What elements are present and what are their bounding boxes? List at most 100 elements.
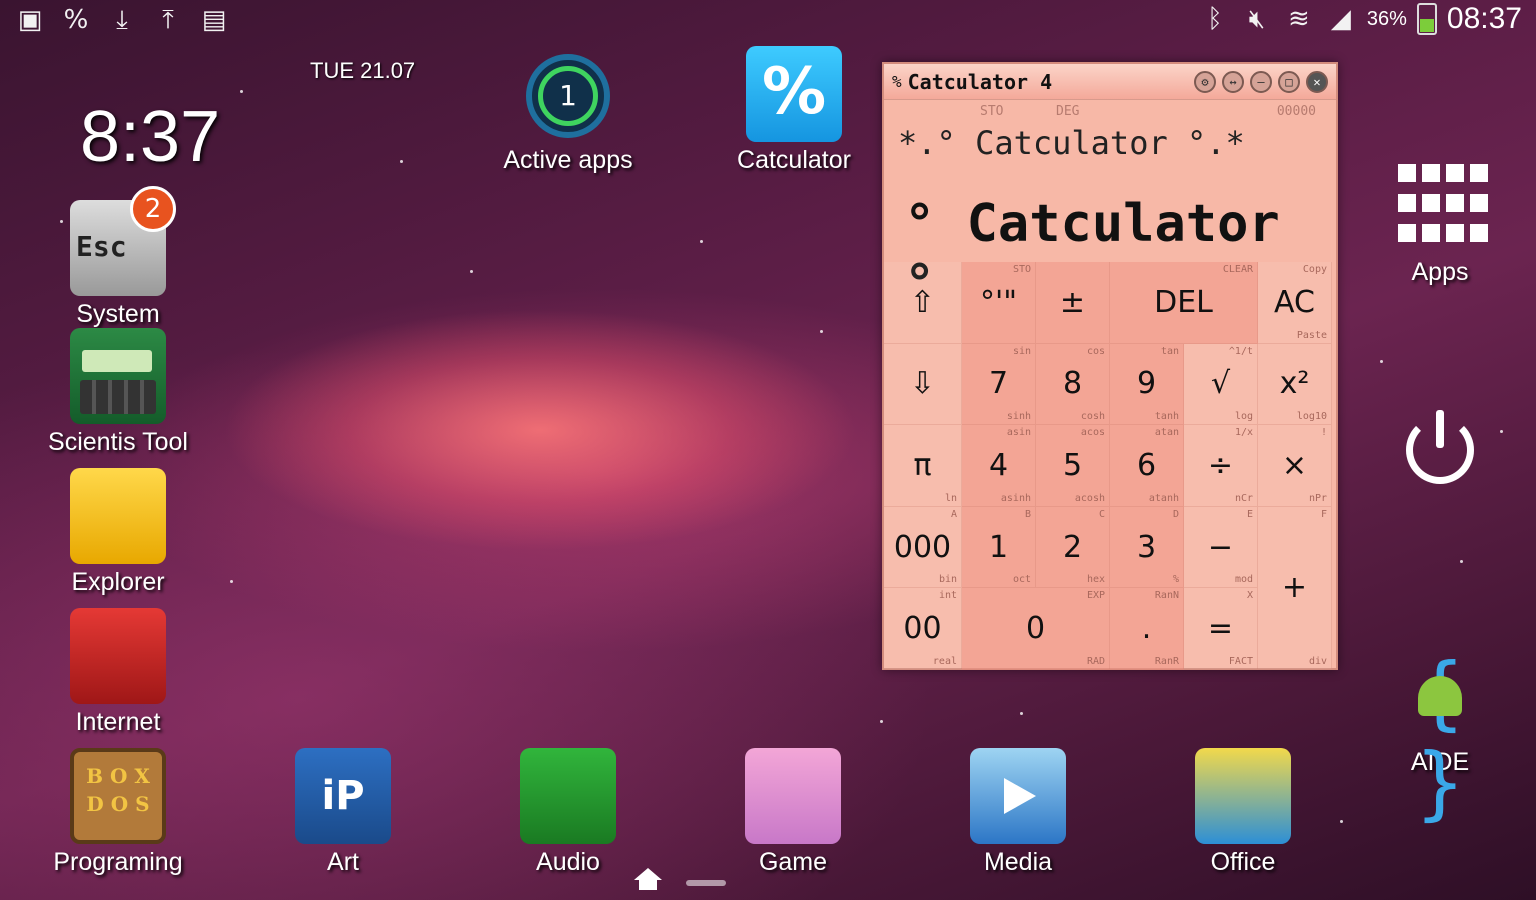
multiply-key[interactable]: ×! nPr [1258,425,1332,507]
app-label: Active apps [503,146,633,174]
triple-zero-key[interactable]: 000 Abin [884,506,962,589]
key-8[interactable]: 8 cos cosh [1036,343,1110,426]
home-icon[interactable] [634,868,662,894]
app-active-apps[interactable]: 1 Active apps [478,54,658,175]
equals-key[interactable]: = X FACT [1184,588,1258,670]
internet-icon [70,608,166,704]
app-office[interactable]: Office [1153,748,1333,877]
plus-key[interactable]: + Fdiv [1258,506,1332,670]
app-label: Internet [75,708,161,736]
active-apps-icon: 1 [526,54,610,138]
square-key[interactable]: x² log10 [1258,343,1332,426]
calculator-window[interactable]: % Catculator 4 ⚙ ↔ – □ ✕ STO DEG 00000 *… [882,62,1338,670]
notification-badge: 2 [130,186,176,232]
sqrt-key[interactable]: √ ^1/t log [1184,343,1258,426]
scientific-calculator-icon [70,328,166,424]
memory-value: 00000 [1276,104,1316,119]
key-6[interactable]: 6 atan atanh [1110,425,1184,507]
minus-key[interactable]: − Emod [1184,506,1258,589]
gallery-icon: ▣ [17,5,43,35]
app-label: Office [1210,848,1276,876]
key-3[interactable]: 3 D% [1110,506,1184,589]
key-5[interactable]: 5 acos acosh [1036,425,1110,507]
audio-icon [520,748,616,844]
calculator-notify-icon: % [63,5,89,35]
dosbox-icon: B O X D O S [70,748,166,844]
file-icon: ▤ [201,5,227,35]
calculator-app-icon: % [892,72,902,91]
maximize-icon[interactable]: □ [1278,70,1300,93]
status-bar: ▣ % ⤓ ⤒ ▤ ᛒ 🔇︎ ≋ ◢ 36% 08:37 [0,0,1536,44]
office-icon [1195,748,1291,844]
key-0[interactable]: 0 EXP RAD [962,588,1110,670]
folder-icon [70,468,166,564]
minimize-icon[interactable]: – [1250,70,1272,93]
media-play-icon [970,748,1066,844]
app-internet[interactable]: Internet [28,608,208,737]
battery-icon [1416,3,1437,35]
app-apps[interactable]: Apps [1350,158,1530,287]
app-audio[interactable]: Audio [478,748,658,877]
app-media[interactable]: Media [928,748,1108,877]
window-title: Catculator 4 [907,69,1053,94]
angle-mode: DEG [1056,104,1080,119]
app-label: Audio [536,848,600,876]
app-label: Media [983,848,1053,876]
upload-icon: ⤒ [162,5,174,35]
app-label: Scientis Tool [48,428,188,456]
app-label: Programing [53,848,183,876]
dms-key[interactable]: °'" STO [962,262,1036,344]
app-aide[interactable]: { } AIDE [1350,648,1530,828]
app-label: Apps [1411,258,1469,286]
display-expression: *.° Catculator °.* [898,124,1245,162]
close-icon[interactable]: ✕ [1306,70,1328,93]
plus-minus-key[interactable]: ± [1036,262,1110,344]
app-label: Explorer [71,568,165,596]
resize-icon[interactable]: ↔ [1222,70,1244,93]
app-system[interactable]: Esc 2 System [28,186,208,329]
silent-icon: 🔇︎ [1248,4,1266,34]
pi-key[interactable]: π ln [884,425,962,507]
settings-icon[interactable]: ⚙ [1194,70,1216,93]
system-icon: Esc 2 [70,186,176,296]
app-catculator[interactable]: % Catculator [704,46,884,175]
catculator-icon: % [746,46,842,142]
key-9[interactable]: 9 tan tanh [1110,343,1184,426]
widget-date: TUE 21.07 [310,58,416,83]
divide-key[interactable]: ÷ 1/x nCr [1184,425,1258,507]
page-indicator [686,880,726,886]
app-explorer[interactable]: Explorer [28,468,208,597]
app-art[interactable]: iP Art [253,748,433,877]
shift-up-key[interactable]: ⇧ [884,262,962,344]
wifi-icon: ≋ [1287,4,1310,34]
double-zero-key[interactable]: 00 int real [884,588,962,670]
art-icon: iP [295,748,391,844]
key-2[interactable]: 2 Chex [1036,506,1110,589]
apps-grid-icon [1392,158,1488,254]
signal-icon: ◢ [1330,4,1351,34]
app-scientis-tool[interactable]: Scientis Tool [28,328,208,457]
calculator-titlebar[interactable]: % Catculator 4 ⚙ ↔ – □ ✕ [884,64,1336,100]
bluetooth-icon: ᛒ [1207,4,1223,34]
shift-down-key[interactable]: ⇩ [884,343,962,426]
battery-percent: 36% [1366,7,1407,30]
app-game[interactable]: Game [703,748,883,877]
key-4[interactable]: 4 asin asinh [962,425,1036,507]
power-icon [1400,410,1480,490]
key-7[interactable]: 7 sin sinh [962,343,1036,426]
key-1[interactable]: 1 Boct [962,506,1036,589]
app-label: System [76,300,160,328]
android-icon: { } [1392,648,1488,828]
sto-indicator: STO [980,104,1004,119]
download-icon: ⤓ [116,5,128,35]
game-icon [745,748,841,844]
app-label: Game [758,848,828,876]
widget-clock[interactable]: 8:37 [80,96,220,178]
power-button[interactable] [1350,410,1530,490]
del-key[interactable]: DEL CLEAR [1110,262,1258,344]
decimal-key[interactable]: . RanN RanR [1110,588,1184,670]
keypad: ⇧ °'" STO ± DEL CLEAR AC Copy Paste ⇩ 7 sin si… [884,262,1336,670]
app-programing[interactable]: B O X D O S Programing [28,748,208,877]
ac-key[interactable]: AC Copy Paste [1258,262,1332,344]
status-time: 08:37 [1446,2,1522,35]
